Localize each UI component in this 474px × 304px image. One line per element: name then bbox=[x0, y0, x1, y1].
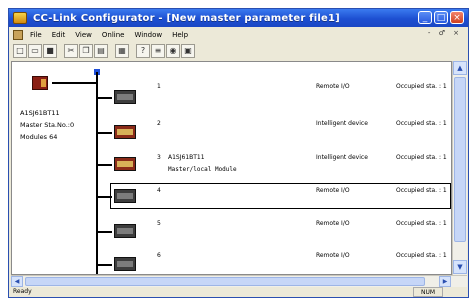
station-number: 1 bbox=[157, 83, 161, 90]
master-local-module-icon[interactable] bbox=[114, 157, 136, 171]
station-type: Remote I/O bbox=[316, 187, 350, 194]
station-number: 5 bbox=[157, 220, 161, 227]
branch-line bbox=[98, 196, 112, 198]
window-controls: _ □ × bbox=[418, 11, 464, 24]
monitor-icon[interactable]: ◉ bbox=[166, 43, 180, 58]
copy-icon[interactable]: ❐ bbox=[79, 43, 93, 58]
station-number: 2 bbox=[157, 120, 161, 127]
branch-line bbox=[98, 97, 112, 99]
new-icon[interactable]: □ bbox=[13, 43, 27, 58]
status-text: Ready bbox=[13, 288, 32, 295]
paste-icon[interactable]: ▤ bbox=[94, 43, 108, 58]
station-number: 3 bbox=[157, 154, 161, 161]
horizontal-scroll-thumb[interactable] bbox=[25, 277, 425, 286]
close-button[interactable]: × bbox=[450, 11, 464, 24]
horizontal-scrollbar[interactable]: ◀ ▶ bbox=[11, 275, 467, 287]
mdi-controls[interactable]: - ♂ × bbox=[428, 29, 462, 37]
menu-file[interactable]: File bbox=[25, 31, 47, 39]
menu-online[interactable]: Online bbox=[97, 31, 130, 39]
remote-io-icon[interactable] bbox=[114, 189, 136, 203]
num-lock-indicator: NUM bbox=[413, 287, 443, 297]
station-type: Intelligent device bbox=[316, 120, 368, 127]
branch-line bbox=[98, 164, 112, 166]
master-station-number: Master Sta.No.:0 bbox=[20, 121, 75, 129]
branch-line bbox=[98, 132, 112, 134]
remote-io-icon[interactable] bbox=[114, 257, 136, 271]
document-icon[interactable] bbox=[13, 29, 23, 40]
network-diagram: A1SJ61BT11 Master Sta.No.:0 Modules 64 1… bbox=[11, 61, 452, 275]
toolbar: □ ▭ ■ ✂ ❐ ▤ ▦ ? ≡ ◉ ▣ bbox=[9, 42, 468, 59]
master-model: A1SJ61BT11 bbox=[20, 109, 60, 117]
remote-io-icon[interactable] bbox=[114, 90, 136, 104]
station-type: Remote I/O bbox=[316, 220, 350, 227]
cut-icon[interactable]: ✂ bbox=[64, 43, 78, 58]
branch-line bbox=[98, 231, 112, 233]
station-type: Remote I/O bbox=[316, 252, 350, 259]
module-icon[interactable]: ▣ bbox=[181, 43, 195, 58]
occupied-stations: Occupied sta. : 1 bbox=[396, 120, 447, 127]
master-modules: Modules 64 bbox=[20, 133, 58, 141]
bus-line-vertical bbox=[96, 72, 98, 274]
save-icon[interactable]: ■ bbox=[43, 43, 57, 58]
print-icon[interactable]: ▦ bbox=[115, 43, 129, 58]
app-window: CC-Link Configurator - [New master param… bbox=[8, 8, 469, 298]
station-module-description: Master/local Module bbox=[168, 166, 237, 173]
scroll-down-icon[interactable]: ▼ bbox=[453, 260, 467, 274]
remote-io-icon[interactable] bbox=[114, 224, 136, 238]
station-module-name: A1SJ61BT11 bbox=[168, 154, 205, 161]
vertical-scrollbar[interactable]: ▲ ▼ bbox=[452, 61, 467, 275]
occupied-stations: Occupied sta. : 1 bbox=[396, 187, 447, 194]
scroll-right-icon[interactable]: ▶ bbox=[439, 276, 451, 287]
help-icon[interactable]: ? bbox=[136, 43, 150, 58]
master-station-icon[interactable] bbox=[32, 76, 48, 90]
station-type: Remote I/O bbox=[316, 83, 350, 90]
station-number: 4 bbox=[157, 187, 161, 194]
branch-line bbox=[98, 264, 112, 266]
menu-help[interactable]: Help bbox=[167, 31, 193, 39]
station-number: 6 bbox=[157, 252, 161, 259]
station-type: Intelligent device bbox=[316, 154, 368, 161]
menu-view[interactable]: View bbox=[70, 31, 97, 39]
scroll-left-icon[interactable]: ◀ bbox=[11, 276, 23, 287]
status-bar: Ready NUM bbox=[9, 287, 468, 297]
intelligent-device-icon[interactable] bbox=[114, 125, 136, 139]
window-title: CC-Link Configurator - [New master param… bbox=[33, 12, 340, 24]
scroll-up-icon[interactable]: ▲ bbox=[453, 61, 467, 75]
list-icon[interactable]: ≡ bbox=[151, 43, 165, 58]
occupied-stations: Occupied sta. : 1 bbox=[396, 83, 447, 90]
title-bar[interactable]: CC-Link Configurator - [New master param… bbox=[9, 9, 468, 27]
occupied-stations: Occupied sta. : 1 bbox=[396, 154, 447, 161]
maximize-button[interactable]: □ bbox=[434, 11, 448, 24]
app-icon bbox=[13, 12, 27, 24]
bus-line-horizontal bbox=[52, 82, 96, 84]
open-icon[interactable]: ▭ bbox=[28, 43, 42, 58]
occupied-stations: Occupied sta. : 1 bbox=[396, 220, 447, 227]
minimize-button[interactable]: _ bbox=[418, 11, 432, 24]
occupied-stations: Occupied sta. : 1 bbox=[396, 252, 447, 259]
menu-window[interactable]: Window bbox=[130, 31, 168, 39]
menu-edit[interactable]: Edit bbox=[47, 31, 71, 39]
vertical-scroll-thumb[interactable] bbox=[454, 77, 466, 242]
menu-bar: File Edit View Online Window Help - ♂ × bbox=[9, 27, 468, 42]
